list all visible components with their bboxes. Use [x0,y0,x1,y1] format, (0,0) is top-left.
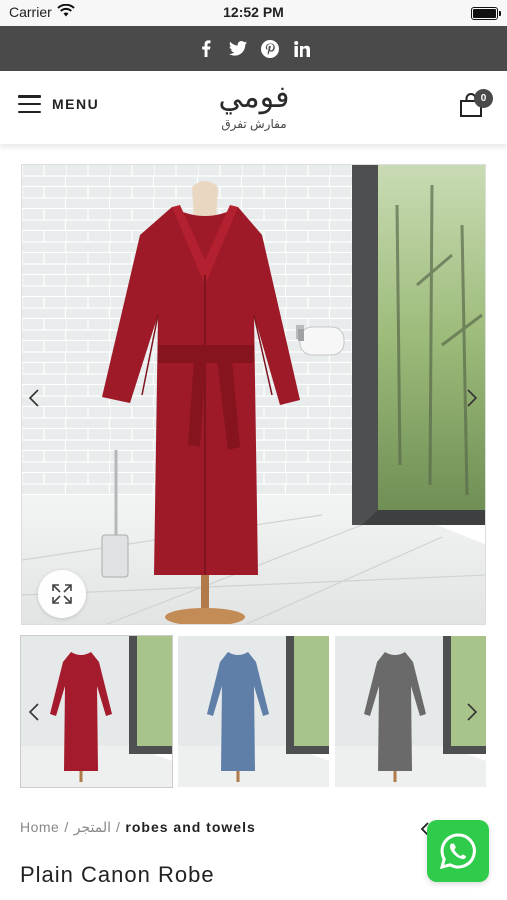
pinterest-icon[interactable] [260,39,280,59]
linkedin-icon[interactable] [292,39,312,59]
status-bar: Carrier 12:52 PM [0,0,507,26]
breadcrumb-separator: / [64,819,69,835]
whatsapp-button[interactable] [427,820,489,882]
zoom-button[interactable] [38,570,86,618]
thumbnail-gray[interactable] [335,636,486,787]
twitter-icon[interactable] [228,39,248,59]
breadcrumb-current: robes and towels [125,819,256,835]
prev-image-icon[interactable] [28,389,40,407]
thumbnail-red[interactable] [20,635,173,788]
expand-icon [52,584,72,604]
thumbnail-strip [20,635,486,788]
next-image-icon[interactable] [466,389,478,407]
whatsapp-icon [439,833,476,870]
logo-tagline: مفارش تفرق [221,117,287,131]
breadcrumb-shop[interactable]: المتجر [74,819,111,836]
site-header: MENU فومي مفارش تفرق 0 [0,71,507,145]
site-logo[interactable]: فومي مفارش تفرق [187,79,321,139]
menu-button[interactable]: MENU [18,95,99,113]
prev-thumbnail-icon[interactable] [28,703,40,721]
battery-icon [471,7,501,20]
facebook-icon[interactable] [196,39,216,59]
product-main-image[interactable] [21,164,486,625]
social-bar [0,26,507,71]
thumbnail-blue[interactable] [178,636,329,787]
logo-wordmark: فومي [218,80,290,115]
next-thumbnail-icon[interactable] [466,703,478,721]
breadcrumb: Home / المتجر / robes and towels [20,819,256,836]
cart-count-badge: 0 [474,89,493,108]
hamburger-icon [18,95,41,113]
menu-label: MENU [52,96,100,112]
breadcrumb-home[interactable]: Home [20,819,59,836]
status-time: 12:52 PM [223,4,284,20]
breadcrumb-separator: / [116,819,121,835]
product-title: Plain Canon Robe [20,862,215,887]
